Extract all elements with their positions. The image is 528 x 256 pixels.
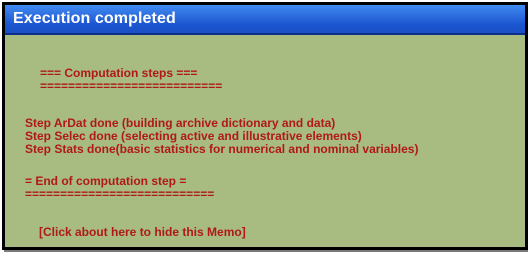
memo-body[interactable]: === Computation steps === ==============…	[5, 35, 525, 247]
footer-rule: ===========================	[25, 187, 215, 201]
computation-steps-header: === Computation steps ===	[40, 66, 198, 80]
step-ardat-line: Step ArDat done (building archive dictio…	[25, 116, 336, 130]
hide-memo-hint[interactable]: [Click about here to hide this Memo]	[39, 225, 246, 239]
step-selec-line: Step Selec done (selecting active and il…	[25, 129, 362, 143]
execution-memo-window: Execution completed === Computation step…	[2, 2, 528, 250]
title-bar[interactable]: Execution completed	[5, 5, 525, 35]
step-stats-line: Step Stats done(basic statistics for num…	[25, 142, 419, 156]
end-of-computation-line: = End of computation step =	[25, 174, 187, 188]
window-title: Execution completed	[13, 10, 176, 27]
header-rule: ==========================	[40, 79, 223, 93]
